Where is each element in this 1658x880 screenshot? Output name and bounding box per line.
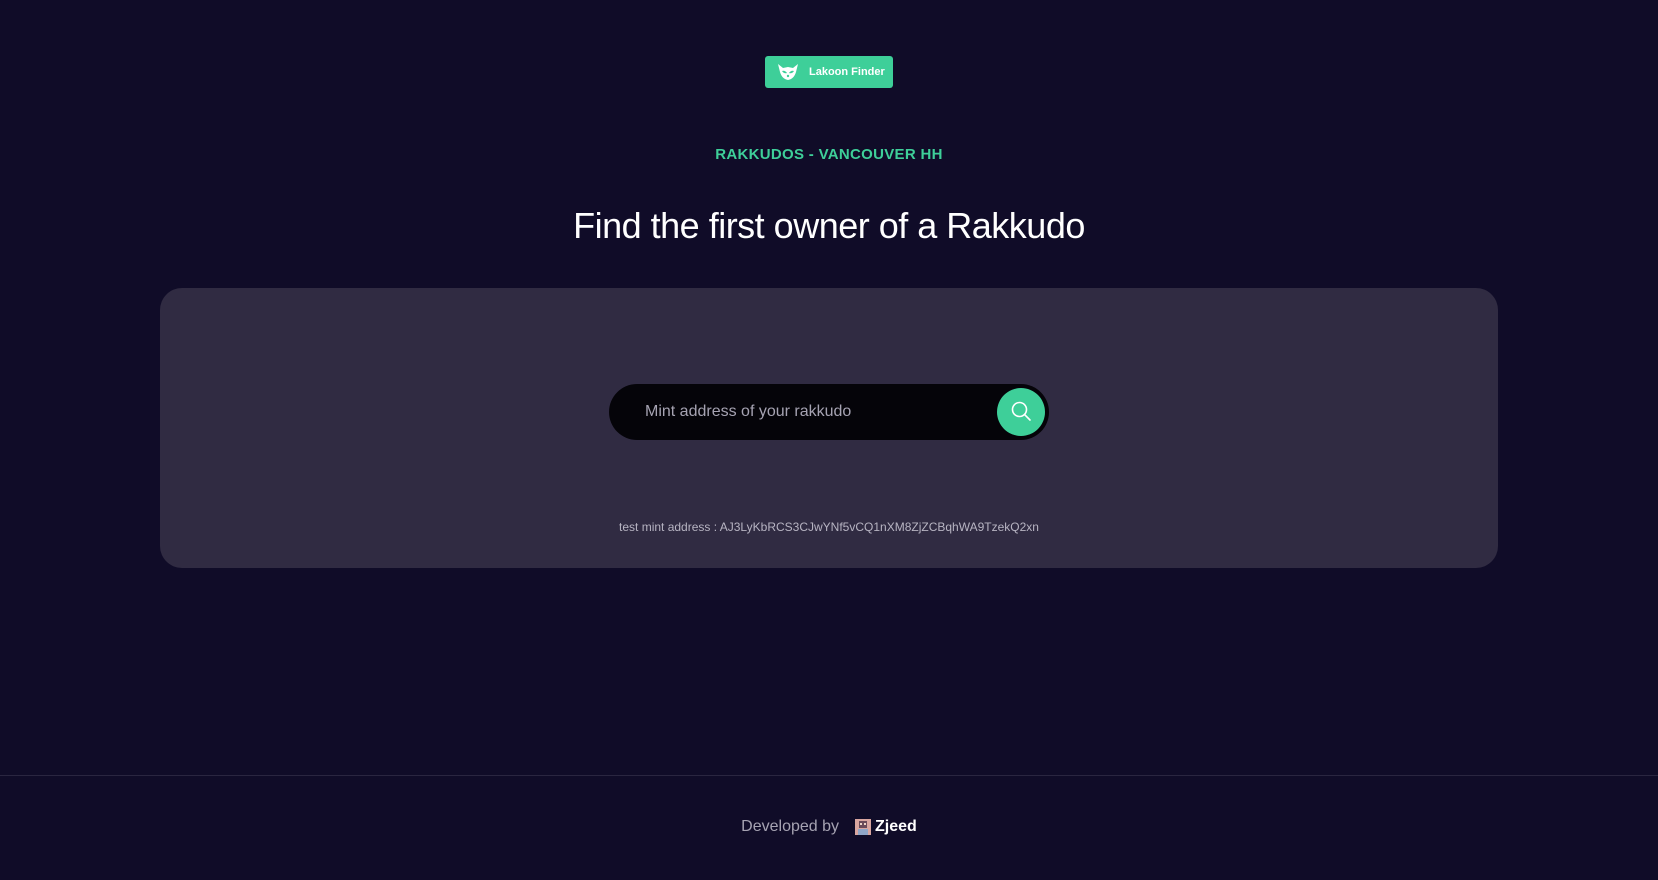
avatar-icon: [855, 819, 875, 835]
search-bar: [609, 384, 1049, 440]
search-input[interactable]: [645, 384, 985, 440]
test-mint-address: test mint address : AJ3LyKbRCS3CJwYNf5vC…: [619, 520, 1039, 534]
page: Lakoon Finder RAKKUDOS - VANCOUVER HH Fi…: [0, 0, 1658, 880]
logo-badge[interactable]: Lakoon Finder: [765, 56, 893, 88]
search-icon: [1010, 400, 1032, 425]
search-card: test mint address : AJ3LyKbRCS3CJwYNf5vC…: [160, 288, 1498, 568]
footer-divider: [0, 775, 1658, 776]
page-title: Find the first owner of a Rakkudo: [573, 205, 1085, 246]
raccoon-icon: [777, 62, 799, 82]
logo-label: Lakoon Finder: [809, 66, 885, 78]
collection-subtitle: RAKKUDOS - VANCOUVER HH: [715, 146, 943, 163]
footer: Developed by Zjeed: [0, 818, 1658, 836]
footer-label: Developed by: [741, 818, 840, 835]
developer-link[interactable]: Zjeed: [855, 818, 917, 836]
search-button[interactable]: [997, 388, 1045, 436]
developer-name: Zjeed: [875, 818, 917, 835]
